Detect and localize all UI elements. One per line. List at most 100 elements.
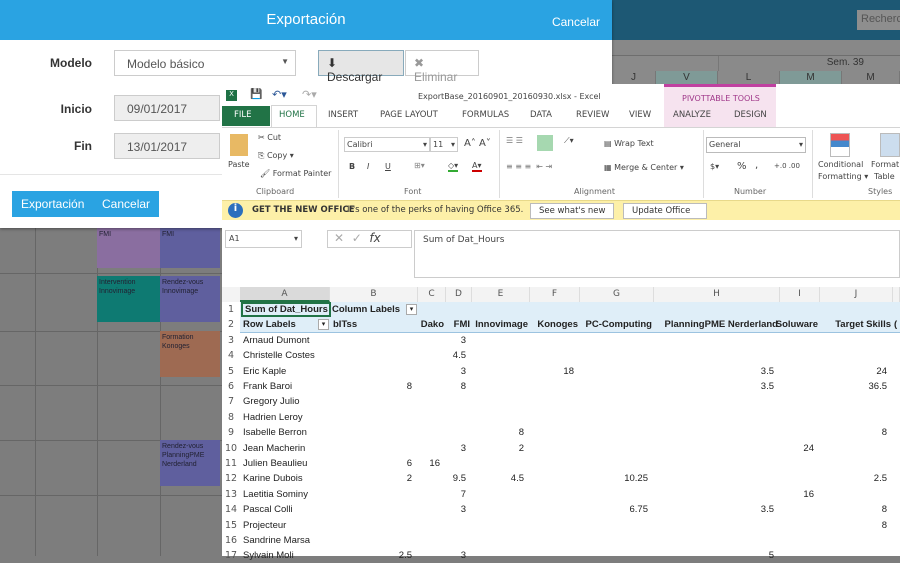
column-label[interactable]: (: [894, 317, 897, 332]
tab-review[interactable]: REVIEW: [576, 110, 609, 120]
value-cell[interactable]: 3.5: [654, 364, 774, 379]
cell-a1[interactable]: Sum of Dat_Hours: [241, 302, 331, 317]
event-block[interactable]: FMI: [160, 228, 220, 268]
column-labels-cell[interactable]: Column Labels: [332, 302, 400, 317]
underline-button[interactable]: U: [385, 162, 391, 171]
save-icon[interactable]: 💾: [250, 89, 262, 100]
value-cell[interactable]: 8: [330, 379, 412, 394]
value-cell[interactable]: 18: [530, 364, 574, 379]
column-header-k[interactable]: [893, 287, 900, 302]
row-label[interactable]: Jean Macherin: [243, 441, 305, 456]
end-date-field[interactable]: 13/01/2017: [114, 133, 220, 159]
function-icon[interactable]: fx: [369, 231, 380, 245]
format-table-icon[interactable]: [880, 133, 900, 157]
tab-view[interactable]: VIEW: [629, 110, 651, 120]
tab-page-layout[interactable]: PAGE LAYOUT: [380, 110, 438, 120]
font-color-icon[interactable]: A▾: [472, 161, 482, 172]
column-header-a[interactable]: A: [240, 287, 330, 302]
row-header[interactable]: 4: [222, 348, 240, 363]
value-cell[interactable]: 8: [446, 379, 466, 394]
borders-icon[interactable]: ⊞▾: [414, 161, 425, 170]
filter-dropdown-icon[interactable]: ▾: [318, 319, 329, 331]
row-label[interactable]: Eric Kaple: [243, 364, 286, 379]
tab-file[interactable]: FILE: [234, 110, 252, 120]
row-header[interactable]: 1: [222, 302, 240, 317]
undo-icon[interactable]: ↶▾: [272, 88, 287, 101]
delete-button[interactable]: ✖ Eliminar: [405, 50, 479, 84]
row-label[interactable]: Christelle Costes: [243, 348, 315, 363]
value-cell[interactable]: 8: [820, 502, 887, 517]
wrap-text-button[interactable]: ▤ Wrap Text: [604, 139, 654, 148]
tab-insert[interactable]: INSERT: [328, 110, 358, 120]
row-header[interactable]: 2: [222, 317, 240, 332]
cut-button[interactable]: ✂ Cut: [258, 133, 281, 142]
formula-input[interactable]: Sum of Dat_Hours: [414, 230, 900, 278]
decimal-icons[interactable]: +.0 .00: [774, 162, 800, 170]
value-cell[interactable]: 3: [446, 364, 466, 379]
value-cell[interactable]: 8: [820, 425, 887, 440]
tab-data[interactable]: DATA: [530, 110, 552, 120]
column-header-i[interactable]: I: [780, 287, 820, 302]
row-label[interactable]: Pascal Colli: [243, 502, 293, 517]
row-label[interactable]: Gregory Julio: [243, 394, 300, 409]
tab-design[interactable]: DESIGN: [734, 110, 767, 120]
event-block[interactable]: Rendez-vous Innovimage: [160, 276, 220, 322]
header-cancel-link[interactable]: Cancelar: [552, 15, 600, 29]
event-block[interactable]: Intervention Innovimage: [97, 276, 160, 322]
tab-analyze[interactable]: ANALYZE: [673, 110, 711, 120]
format-table-button[interactable]: Format: [871, 160, 899, 169]
event-block[interactable]: Rendez-vous PlanningPME Nerderland: [160, 440, 220, 486]
row-label[interactable]: Isabelle Berron: [243, 425, 307, 440]
filter-dropdown-icon[interactable]: ▾: [406, 304, 417, 315]
number-format-select[interactable]: General ▾: [706, 137, 806, 153]
column-header-c[interactable]: C: [418, 287, 446, 302]
font-name-select[interactable]: Calibri ▾: [344, 137, 430, 152]
value-cell[interactable]: 16: [780, 487, 814, 502]
row-label[interactable]: Julien Beaulieu: [243, 456, 307, 471]
enter-icon[interactable]: ✓: [352, 231, 362, 245]
bold-button[interactable]: B: [349, 162, 355, 171]
value-cell[interactable]: 3.5: [654, 502, 774, 517]
tab-formulas[interactable]: FORMULAS: [462, 110, 509, 120]
value-cell[interactable]: 9.5: [446, 471, 466, 486]
value-cell[interactable]: 6: [330, 456, 412, 471]
column-header-h[interactable]: H: [654, 287, 780, 302]
cancel-icon[interactable]: ✕: [334, 231, 344, 245]
align-top-icon[interactable]: ☰ ☰: [506, 136, 523, 145]
download-button[interactable]: ⬇ Descargar: [318, 50, 404, 84]
conditional-formatting-icon[interactable]: [830, 133, 850, 157]
name-box[interactable]: A1 ▾: [225, 230, 302, 248]
comma-button[interactable]: ,: [755, 160, 758, 171]
value-cell[interactable]: 24: [820, 364, 887, 379]
value-cell[interactable]: 3: [446, 441, 466, 456]
value-cell[interactable]: 2.5: [820, 471, 887, 486]
align-left-icon[interactable]: ≡ ≡ ≡ ⇤ ⇥: [506, 162, 552, 171]
value-cell[interactable]: 2: [330, 471, 412, 486]
paste-button[interactable]: Paste: [228, 160, 250, 169]
align-bottom-icon[interactable]: [537, 135, 553, 151]
value-cell[interactable]: 3: [446, 333, 466, 348]
column-label[interactable]: Target Skills: [780, 317, 891, 332]
row-header[interactable]: 13: [222, 487, 240, 502]
row-header[interactable]: 11: [222, 456, 240, 471]
column-header-b[interactable]: B: [330, 287, 418, 302]
column-header-d[interactable]: D: [446, 287, 472, 302]
update-office-button[interactable]: Update Office: [623, 203, 707, 219]
value-cell[interactable]: 8: [472, 425, 524, 440]
row-label[interactable]: Arnaud Dumont: [243, 333, 310, 348]
orientation-icon[interactable]: ⟋▾: [564, 136, 574, 146]
font-size-select[interactable]: 11 ▾: [430, 137, 458, 152]
row-label[interactable]: Projecteur: [243, 518, 286, 533]
row-header[interactable]: 7: [222, 394, 240, 409]
currency-icon[interactable]: $▾: [710, 162, 719, 171]
row-header[interactable]: 6: [222, 379, 240, 394]
value-cell[interactable]: 2: [472, 441, 524, 456]
column-header-e[interactable]: E: [472, 287, 530, 302]
value-cell[interactable]: 3: [446, 502, 466, 517]
value-cell[interactable]: 4.5: [472, 471, 524, 486]
value-cell[interactable]: 16: [418, 456, 440, 471]
copy-button[interactable]: ⎘ Copy ▾: [258, 151, 294, 161]
conditional-formatting-button[interactable]: Conditional: [818, 160, 863, 169]
row-label[interactable]: Frank Baroi: [243, 379, 292, 394]
conditional-formatting-label[interactable]: Formatting ▾: [818, 172, 868, 181]
